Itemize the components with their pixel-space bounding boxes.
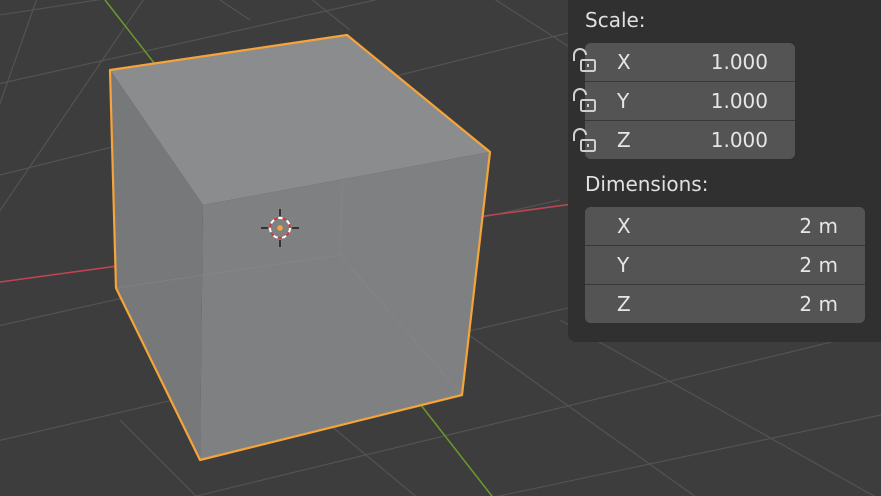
scale-fields: X 1.000 Y 1.000 Z 1.000	[585, 43, 795, 159]
dimension-z-axis-label: Z	[617, 292, 631, 316]
scale-z-lock-icon[interactable]	[568, 128, 602, 154]
scale-y-field[interactable]: Y 1.000	[585, 82, 795, 121]
scale-x-field[interactable]: X 1.000	[585, 43, 795, 82]
3d-viewport[interactable]: Scale: X 1.000 Y 1.000 Z 1.000 Dimension…	[0, 0, 881, 496]
dimension-z-value: 2 m	[799, 292, 838, 316]
dimension-y-axis-label: Y	[617, 253, 630, 277]
scale-label: Scale:	[585, 8, 646, 32]
dimension-z-field[interactable]: Z 2 m	[585, 285, 865, 323]
transform-panel: Scale: X 1.000 Y 1.000 Z 1.000 Dimension…	[568, 0, 881, 342]
dimension-y-field[interactable]: Y 2 m	[585, 246, 865, 285]
scale-x-axis-label: X	[617, 50, 631, 74]
dimensions-fields: X 2 m Y 2 m Z 2 m	[585, 207, 865, 323]
cube-front-face	[200, 152, 490, 460]
dimension-y-value: 2 m	[799, 253, 838, 277]
dimensions-label: Dimensions:	[585, 172, 709, 196]
scale-z-value: 1.000	[710, 128, 768, 152]
dimension-x-field[interactable]: X 2 m	[585, 207, 865, 246]
cube-object[interactable]	[108, 33, 492, 462]
scale-z-axis-label: Z	[617, 128, 631, 152]
scale-z-field[interactable]: Z 1.000	[585, 121, 795, 159]
dimension-x-value: 2 m	[799, 214, 838, 238]
scale-y-value: 1.000	[710, 89, 768, 113]
scale-y-lock-icon[interactable]	[568, 88, 602, 114]
scale-x-value: 1.000	[710, 50, 768, 74]
scale-x-lock-icon[interactable]	[568, 48, 602, 74]
scale-y-axis-label: Y	[617, 89, 630, 113]
dimension-x-axis-label: X	[617, 214, 631, 238]
